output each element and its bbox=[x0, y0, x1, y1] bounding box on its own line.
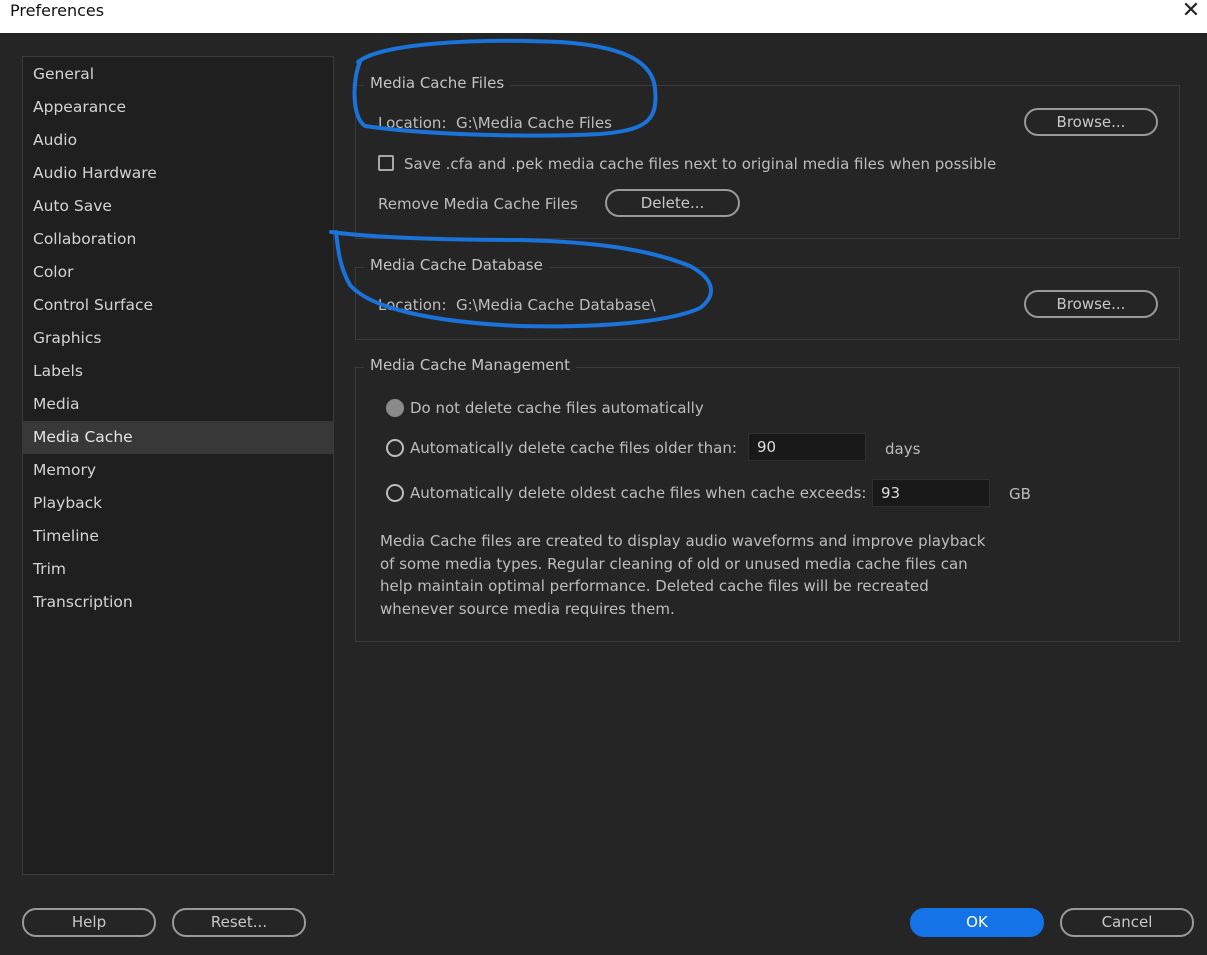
reset-button[interactable]: Reset... bbox=[172, 908, 306, 937]
location-label: Location: bbox=[378, 114, 447, 132]
sidebar-item-memory[interactable]: Memory bbox=[23, 454, 333, 487]
sidebar-item-trim[interactable]: Trim bbox=[23, 553, 333, 586]
sidebar-item-media[interactable]: Media bbox=[23, 388, 333, 421]
help-button[interactable]: Help bbox=[22, 908, 156, 937]
title-bar: Preferences ✕ bbox=[0, 0, 1207, 33]
option-exceeds-label: Automatically delete oldest cache files … bbox=[410, 484, 867, 502]
sidebar-item-color[interactable]: Color bbox=[23, 256, 333, 289]
location-label: Location: bbox=[378, 296, 447, 314]
delete-button[interactable]: Delete... bbox=[605, 189, 740, 217]
sidebar-item-transcription[interactable]: Transcription bbox=[23, 586, 333, 619]
media-cache-files-title: Media Cache Files bbox=[364, 74, 511, 92]
media-cache-database-location: G:\Media Cache Database\ bbox=[456, 296, 656, 314]
cancel-button[interactable]: Cancel bbox=[1060, 908, 1194, 937]
media-cache-files-group: Media Cache Files Location: G:\Media Cac… bbox=[355, 74, 1180, 239]
sidebar-item-playback[interactable]: Playback bbox=[23, 487, 333, 520]
media-cache-files-location: G:\Media Cache Files bbox=[456, 114, 612, 132]
sidebar-item-graphics[interactable]: Graphics bbox=[23, 322, 333, 355]
sidebar-item-auto-save[interactable]: Auto Save bbox=[23, 190, 333, 223]
sidebar-item-audio-hardware[interactable]: Audio Hardware bbox=[23, 157, 333, 190]
option-older-than-label: Automatically delete cache files older t… bbox=[410, 439, 737, 457]
sidebar-item-general[interactable]: General bbox=[23, 58, 333, 91]
radio-older-than[interactable] bbox=[386, 439, 404, 457]
sidebar-item-collaboration[interactable]: Collaboration bbox=[23, 223, 333, 256]
sidebar-item-media-cache[interactable]: Media Cache bbox=[23, 421, 333, 454]
sidebar-item-audio[interactable]: Audio bbox=[23, 124, 333, 157]
older-than-days-input[interactable]: 90 bbox=[748, 433, 866, 461]
ok-button[interactable]: OK bbox=[910, 908, 1044, 937]
radio-exceeds[interactable] bbox=[386, 484, 404, 502]
exceeds-gb-input[interactable]: 93 bbox=[872, 479, 990, 507]
save-cfa-pek-label: Save .cfa and .pek media cache files nex… bbox=[404, 155, 997, 173]
media-cache-management-group: Media Cache Management Do not delete cac… bbox=[355, 356, 1180, 642]
sidebar-item-labels[interactable]: Labels bbox=[23, 355, 333, 388]
media-cache-database-group: Media Cache Database Location: G:\Media … bbox=[355, 256, 1180, 340]
days-unit-label: days bbox=[885, 440, 921, 458]
option-no-delete-label: Do not delete cache files automatically bbox=[410, 399, 704, 417]
remove-media-cache-label: Remove Media Cache Files bbox=[378, 195, 578, 213]
sidebar-list: General Appearance Audio Audio Hardware Auto… bbox=[23, 57, 333, 619]
media-cache-files-browse-button[interactable]: Browse... bbox=[1024, 108, 1158, 136]
sidebar-item-appearance[interactable]: Appearance bbox=[23, 91, 333, 124]
preferences-sidebar: General Appearance Audio Audio Hardware Auto… bbox=[22, 56, 334, 875]
radio-no-delete[interactable] bbox=[386, 399, 404, 417]
sidebar-item-control-surface[interactable]: Control Surface bbox=[23, 289, 333, 322]
media-cache-database-browse-button[interactable]: Browse... bbox=[1024, 290, 1158, 318]
sidebar-item-timeline[interactable]: Timeline bbox=[23, 520, 333, 553]
gb-unit-label: GB bbox=[1009, 485, 1031, 503]
window-title: Preferences bbox=[10, 1, 105, 20]
save-cfa-pek-checkbox[interactable] bbox=[378, 155, 394, 171]
close-icon[interactable]: ✕ bbox=[1179, 0, 1203, 24]
media-cache-database-title: Media Cache Database bbox=[364, 256, 549, 274]
media-cache-management-title: Media Cache Management bbox=[364, 356, 577, 374]
media-cache-note: Media Cache files are created to display… bbox=[380, 532, 986, 618]
